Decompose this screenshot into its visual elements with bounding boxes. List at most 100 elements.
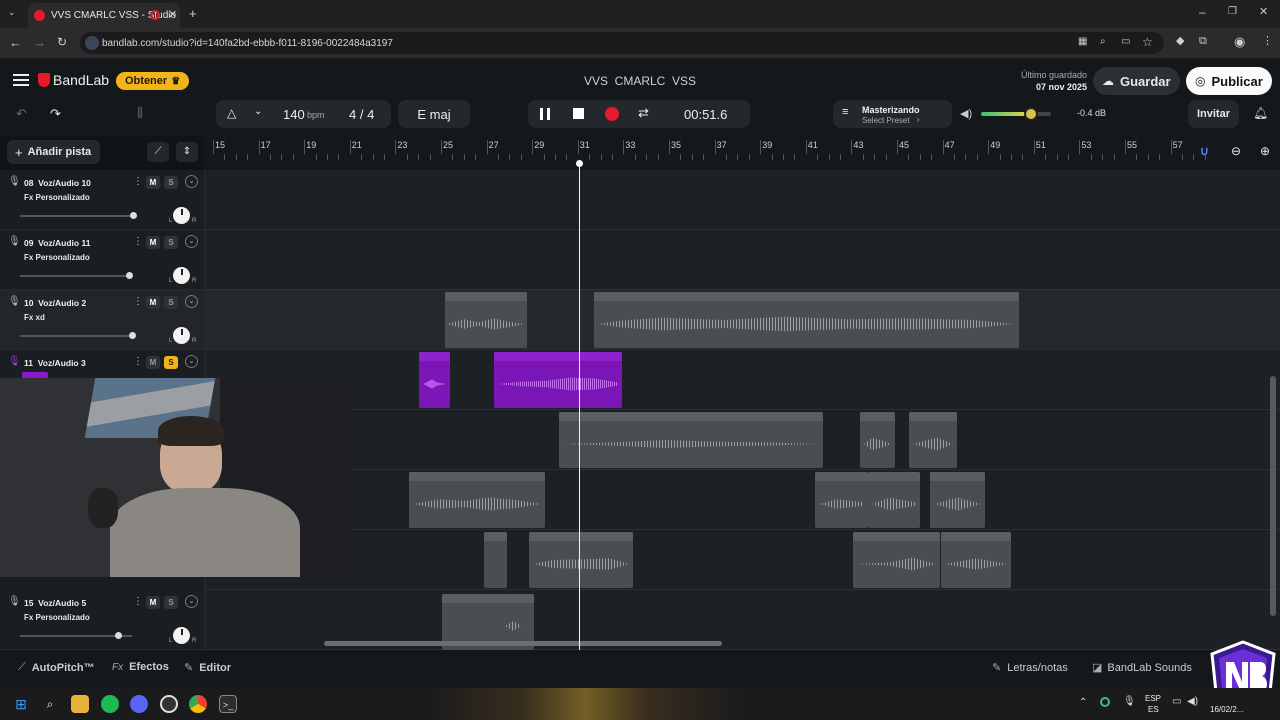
- profile-icon[interactable]: ◉: [1234, 35, 1245, 48]
- record-icon[interactable]: [605, 107, 619, 121]
- tab-list-icon[interactable]: ⌄: [8, 8, 16, 17]
- track-name[interactable]: 08 Voz/Audio 10: [24, 178, 91, 188]
- solo-button[interactable]: S: [164, 596, 178, 609]
- mute-button[interactable]: M: [146, 236, 160, 249]
- reload-icon[interactable]: ↻: [57, 36, 67, 48]
- solo-button-active[interactable]: S: [164, 356, 178, 369]
- audio-clip[interactable]: [559, 412, 823, 468]
- bandlab-sounds-tab[interactable]: ◪ BandLab Sounds: [1092, 661, 1192, 675]
- audio-clip[interactable]: [860, 412, 895, 468]
- volume-icon[interactable]: ◀): [1187, 696, 1198, 707]
- track-header[interactable]: 🎙︎ 15 Voz/Audio 5 Fx Personalizado ⋮ M S…: [0, 590, 205, 650]
- mute-button[interactable]: M: [146, 356, 160, 369]
- solo-button[interactable]: S: [164, 296, 178, 309]
- track-fx-label[interactable]: Fx Personalizado: [24, 253, 90, 262]
- speaker-icon[interactable]: ◀): [960, 107, 972, 120]
- lane-08[interactable]: [205, 170, 1280, 230]
- time-signature[interactable]: 4 / 4: [349, 107, 374, 122]
- key-selector[interactable]: E maj: [398, 100, 470, 128]
- publish-button[interactable]: ◎ Publicar: [1186, 67, 1272, 95]
- lane-11[interactable]: [205, 350, 1280, 410]
- browser-menu-icon[interactable]: ⋮: [1262, 36, 1273, 47]
- cast-icon[interactable]: ▭: [1121, 37, 1130, 47]
- spotify-icon[interactable]: [101, 695, 119, 713]
- reader-mode-icon[interactable]: ▦: [1078, 37, 1087, 47]
- search-icon[interactable]: ⌕: [41, 695, 59, 713]
- audio-clip[interactable]: [445, 292, 527, 348]
- track-fx-label[interactable]: Fx Personalizado: [24, 193, 90, 202]
- zoom-in-icon[interactable]: ⊕: [1260, 144, 1270, 158]
- mastering-button[interactable]: ≡ Masterizando Select Preset ›: [833, 100, 952, 128]
- track-volume-knob[interactable]: [126, 272, 134, 279]
- solo-button[interactable]: S: [164, 176, 178, 189]
- track-fx-label[interactable]: Fx xd: [24, 313, 45, 322]
- autopitch-tab[interactable]: ⟋ AutoPitch™: [18, 661, 95, 674]
- editor-tab[interactable]: ✎ Editor: [184, 661, 231, 675]
- file-explorer-icon[interactable]: [71, 695, 89, 713]
- audio-clip[interactable]: [941, 532, 1011, 588]
- network-icon[interactable]: ▭: [1172, 696, 1181, 707]
- bpm-value[interactable]: 140: [283, 107, 305, 122]
- mixer-icon[interactable]: ⫼: [137, 105, 143, 121]
- tab-close-icon[interactable]: ✕: [168, 8, 177, 21]
- taskbar-date[interactable]: 16/02/2...: [1210, 705, 1243, 714]
- lyrics-tab[interactable]: ✎ Letras/notas: [992, 661, 1068, 675]
- track-options-icon[interactable]: ⋮: [133, 596, 143, 607]
- automation-icon[interactable]: ⟋: [147, 142, 169, 162]
- restore-icon[interactable]: ❐: [1228, 7, 1237, 17]
- audio-clip[interactable]: [853, 532, 940, 588]
- loop-icon[interactable]: ⇄: [638, 105, 649, 121]
- vertical-scrollbar[interactable]: [1270, 376, 1276, 616]
- mute-button[interactable]: M: [146, 596, 160, 609]
- track-volume-slider[interactable]: [20, 335, 132, 337]
- chrome-icon[interactable]: [189, 695, 207, 713]
- track-expand-icon[interactable]: ⌄: [185, 355, 198, 368]
- track-expand-icon[interactable]: ⌄: [185, 595, 198, 608]
- save-button[interactable]: ☁ Guardar: [1093, 67, 1180, 95]
- master-volume-knob[interactable]: [1024, 107, 1039, 121]
- zoom-out-icon[interactable]: ⊖: [1231, 144, 1241, 158]
- solo-button[interactable]: S: [164, 236, 178, 249]
- track-volume-knob[interactable]: [115, 632, 123, 639]
- obtener-button[interactable]: Obtener ♛: [116, 72, 189, 90]
- site-info-icon[interactable]: [85, 36, 99, 50]
- track-expand-icon[interactable]: ⌄: [185, 175, 198, 188]
- track-fx-label[interactable]: Fx Personalizado: [24, 613, 90, 622]
- arrange-area[interactable]: [205, 170, 1280, 650]
- track-options-icon[interactable]: ⋮: [133, 356, 143, 367]
- playhead-handle[interactable]: [576, 160, 583, 167]
- bandlab-logo[interactable]: BandLab: [38, 72, 109, 88]
- audio-clip[interactable]: [909, 412, 957, 468]
- redo-icon[interactable]: ↷: [50, 106, 61, 122]
- track-header[interactable]: 🎙︎ 08 Voz/Audio 10 Fx Personalizado ⋮ M …: [0, 170, 205, 230]
- tray-chevron-icon[interactable]: ⌃: [1079, 697, 1087, 708]
- audio-clip[interactable]: [594, 292, 1019, 348]
- timeline-ruler[interactable]: 15 17 19 21 23 25 27 29 31 33 35 37 39 41 43 45 47 49 51 53…: [205, 136, 1280, 170]
- lane-13[interactable]: [205, 470, 1280, 530]
- add-track-button[interactable]: + Añadir pista: [7, 140, 100, 164]
- track-volume-knob[interactable]: [129, 212, 137, 219]
- master-volume-slider[interactable]: [981, 107, 1051, 121]
- track-options-icon[interactable]: ⋮: [133, 296, 143, 307]
- track-expand-icon[interactable]: ⌄: [185, 295, 198, 308]
- lang-code-1[interactable]: ESP: [1145, 694, 1161, 703]
- pan-knob[interactable]: [173, 207, 190, 224]
- pause-icon[interactable]: [540, 108, 550, 120]
- minimize-icon[interactable]: –: [1199, 6, 1206, 18]
- audio-clip-selected[interactable]: [419, 352, 450, 408]
- metronome-dropdown-icon[interactable]: ⌄: [254, 106, 262, 117]
- mute-button[interactable]: M: [146, 176, 160, 189]
- metronome-icon[interactable]: △: [227, 106, 236, 120]
- url-field[interactable]: bandlab.com/studio?id=140fa2bd-ebbb-f011…: [80, 32, 1164, 54]
- browser-tab[interactable]: VVS CMARLC VSS - Studio ✕: [28, 3, 180, 28]
- track-volume-slider[interactable]: [20, 275, 132, 277]
- track-volume-slider[interactable]: [20, 215, 132, 217]
- invite-button[interactable]: Invitar: [1188, 100, 1239, 128]
- collapse-tracks-icon[interactable]: ⇕: [176, 142, 198, 162]
- discord-icon[interactable]: [130, 695, 148, 713]
- lane-09[interactable]: [205, 230, 1280, 290]
- pan-knob[interactable]: [173, 267, 190, 284]
- hamburger-menu-icon[interactable]: [13, 74, 29, 86]
- track-name[interactable]: 09 Voz/Audio 11: [24, 238, 90, 248]
- audio-clip[interactable]: [930, 472, 985, 528]
